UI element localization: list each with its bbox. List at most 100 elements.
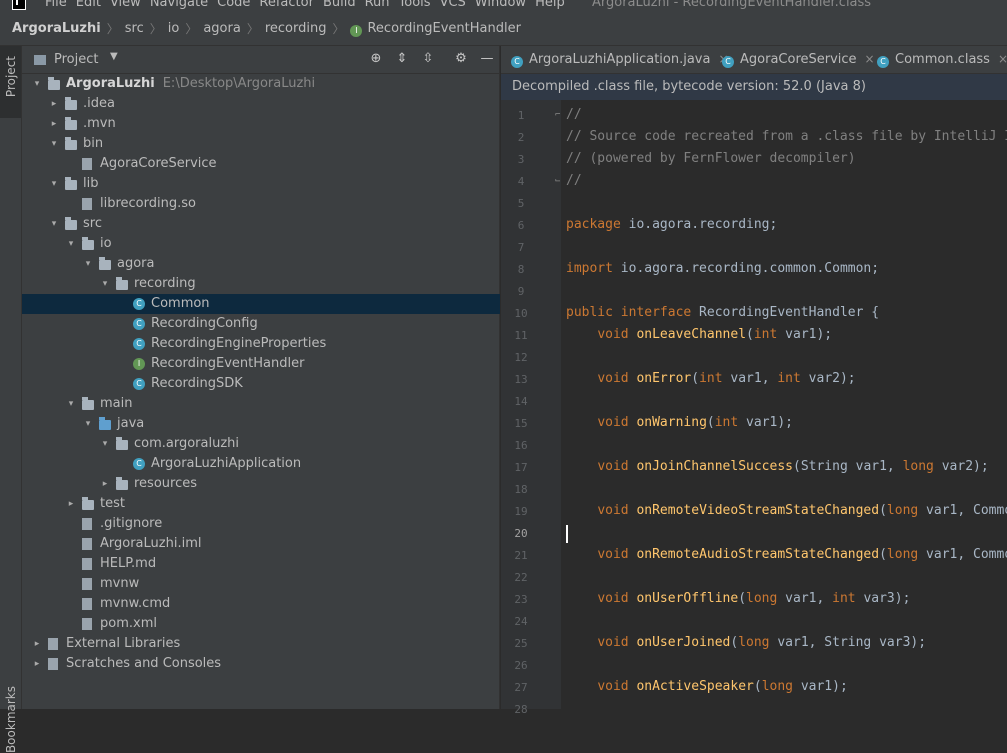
tree-item[interactable]: ▾ recording (22, 274, 500, 294)
line-number: 21 (514, 549, 528, 562)
minimize-icon[interactable]: — (479, 51, 495, 67)
tree-item-path: E:\Desktop\ArgoraLuzhi (162, 76, 316, 91)
project-panel-title[interactable]: Project (54, 52, 98, 67)
editor-tab[interactable]: C AgoraCoreService × (722, 46, 875, 73)
breadcrumb-item[interactable]: io (168, 21, 180, 36)
editor-tabs: CArgoraLuzhiApplication.java×CAgoraCoreS… (501, 46, 1007, 74)
breadcrumb-item[interactable]: agora (203, 21, 240, 36)
fold-start-icon[interactable]: ⌐ (555, 110, 560, 120)
chevron-right-icon: 〉 (106, 22, 119, 36)
chevron-right-icon[interactable]: ▸ (32, 634, 42, 654)
chevron-right-icon[interactable]: ▸ (49, 94, 59, 114)
close-icon[interactable]: × (865, 52, 875, 66)
chevron-down-icon[interactable]: ▾ (83, 414, 93, 434)
menu-file[interactable]: File (45, 0, 76, 10)
chevron-right-icon[interactable]: ▸ (100, 474, 110, 494)
code-line: // (566, 173, 582, 188)
tree-item[interactable]: I RecordingEventHandler (22, 354, 500, 374)
chevron-down-icon[interactable]: ▾ (32, 74, 42, 94)
project-tool-tab[interactable]: Project (0, 46, 21, 118)
tree-item[interactable]: ▾ main (22, 394, 500, 414)
tree-item[interactable]: mvnw (22, 574, 500, 594)
menu-refactor[interactable]: Refactor (259, 0, 323, 10)
tree-item[interactable]: ▸ resources (22, 474, 500, 494)
tree-item-name: .idea (83, 96, 115, 111)
menu-navigate[interactable]: Navigate (150, 0, 217, 10)
tree-item[interactable]: librecording.so (22, 194, 500, 214)
breadcrumb-item[interactable]: src (125, 21, 144, 36)
tree-item[interactable]: ▸ Scratches and Consoles (22, 654, 500, 674)
tree-item[interactable]: pom.xml (22, 614, 500, 634)
tree-item[interactable]: AgoraCoreService (22, 154, 500, 174)
tree-item[interactable]: ▾ lib (22, 174, 500, 194)
chevron-down-icon[interactable]: ▾ (100, 434, 110, 454)
tree-item[interactable]: mvnw.cmd (22, 594, 500, 614)
menu-help[interactable]: Help (535, 0, 574, 10)
tree-item[interactable]: ▾ java (22, 414, 500, 434)
tree-item[interactable]: ▸ test (22, 494, 500, 514)
crosshair-icon[interactable]: ⊕ (368, 51, 384, 67)
chevron-down-icon[interactable]: ▾ (100, 274, 110, 294)
chevron-right-icon[interactable]: ▸ (66, 494, 76, 514)
tree-item[interactable]: ▸ .mvn (22, 114, 500, 134)
tree-item-name: mvnw (100, 576, 140, 591)
gear-icon[interactable]: ⚙ (453, 51, 469, 67)
tree-item-name: resources (134, 476, 198, 491)
collapse-all-icon[interactable]: ⇳ (420, 51, 436, 67)
bookmarks-tool-tab[interactable]: Bookmarks (4, 686, 18, 753)
tree-item[interactable]: ▾ bin (22, 134, 500, 154)
menu-tools[interactable]: Tools (399, 0, 440, 10)
menu-view[interactable]: View (110, 0, 150, 10)
chevron-down-icon[interactable]: ▾ (66, 234, 76, 254)
chevron-down-icon[interactable]: ▾ (66, 394, 76, 414)
menu-code[interactable]: Code (217, 0, 259, 10)
code-view[interactable]: // // Source code recreated from a .class… (561, 100, 1007, 709)
tree-item[interactable]: HELP.md (22, 554, 500, 574)
menu-build[interactable]: Build (323, 0, 365, 10)
tree-item[interactable]: C Common (22, 294, 500, 314)
file-icon (82, 158, 92, 170)
breadcrumb-item[interactable]: recording (265, 21, 327, 36)
tree-item[interactable]: ▾ com.argoraluzhi (22, 434, 500, 454)
chevron-down-icon[interactable]: ▾ (83, 254, 93, 274)
folder-icon (65, 137, 77, 150)
tree-item[interactable]: ▸ External Libraries (22, 634, 500, 654)
tree-item[interactable]: C RecordingConfig (22, 314, 500, 334)
interface-icon: I (133, 358, 145, 370)
tree-item[interactable]: ArgoraLuzhi.iml (22, 534, 500, 554)
tree-item[interactable]: ▾ ArgoraLuzhi E:\Desktop\ArgoraLuzhi (22, 74, 500, 94)
tree-item-label: mvnw.cmd (100, 594, 170, 614)
chevron-right-icon[interactable]: ▸ (49, 114, 59, 134)
tree-item[interactable]: ▸ .idea (22, 94, 500, 114)
menu-edit[interactable]: Edit (76, 0, 110, 10)
chevron-down-icon[interactable]: ▾ (49, 214, 59, 234)
menu-run[interactable]: Run (365, 0, 399, 10)
menu-vcs[interactable]: VCS (440, 0, 475, 10)
breadcrumb-item[interactable]: ArgoraLuzhi (12, 21, 101, 36)
close-icon[interactable]: × (998, 52, 1007, 66)
file-icon (82, 538, 92, 550)
tree-item-name: recording (134, 276, 196, 291)
menu-window[interactable]: Window (475, 0, 535, 10)
expand-all-icon[interactable]: ⇕ (394, 51, 410, 67)
line-number: 28 (514, 703, 528, 716)
breadcrumb-label: src (124, 21, 144, 36)
fold-end-icon[interactable]: ⌙ (555, 176, 560, 186)
tree-item-label: lib (83, 174, 98, 194)
chevron-right-icon[interactable]: ▸ (32, 654, 42, 674)
chevron-down-icon[interactable]: ▾ (49, 134, 59, 154)
editor-tab[interactable]: CArgoraLuzhiApplication.java× (511, 46, 729, 73)
editor-tab[interactable]: C Common.class × (877, 46, 1007, 73)
tree-item-name: .gitignore (100, 516, 163, 531)
tree-item[interactable]: ▾ src (22, 214, 500, 234)
tree-item-label: AgoraCoreService (100, 154, 217, 174)
tree-item[interactable]: C RecordingEngineProperties (22, 334, 500, 354)
tree-item[interactable]: C ArgoraLuzhiApplication (22, 454, 500, 474)
chevron-down-icon[interactable]: ▾ (49, 174, 59, 194)
tree-item[interactable]: C RecordingSDK (22, 374, 500, 394)
tree-item[interactable]: .gitignore (22, 514, 500, 534)
tree-item[interactable]: ▾ agora (22, 254, 500, 274)
tree-item[interactable]: ▾ io (22, 234, 500, 254)
chevron-down-icon[interactable]: ▼ (110, 51, 118, 62)
breadcrumb-item[interactable]: I RecordingEventHandler (350, 21, 521, 37)
